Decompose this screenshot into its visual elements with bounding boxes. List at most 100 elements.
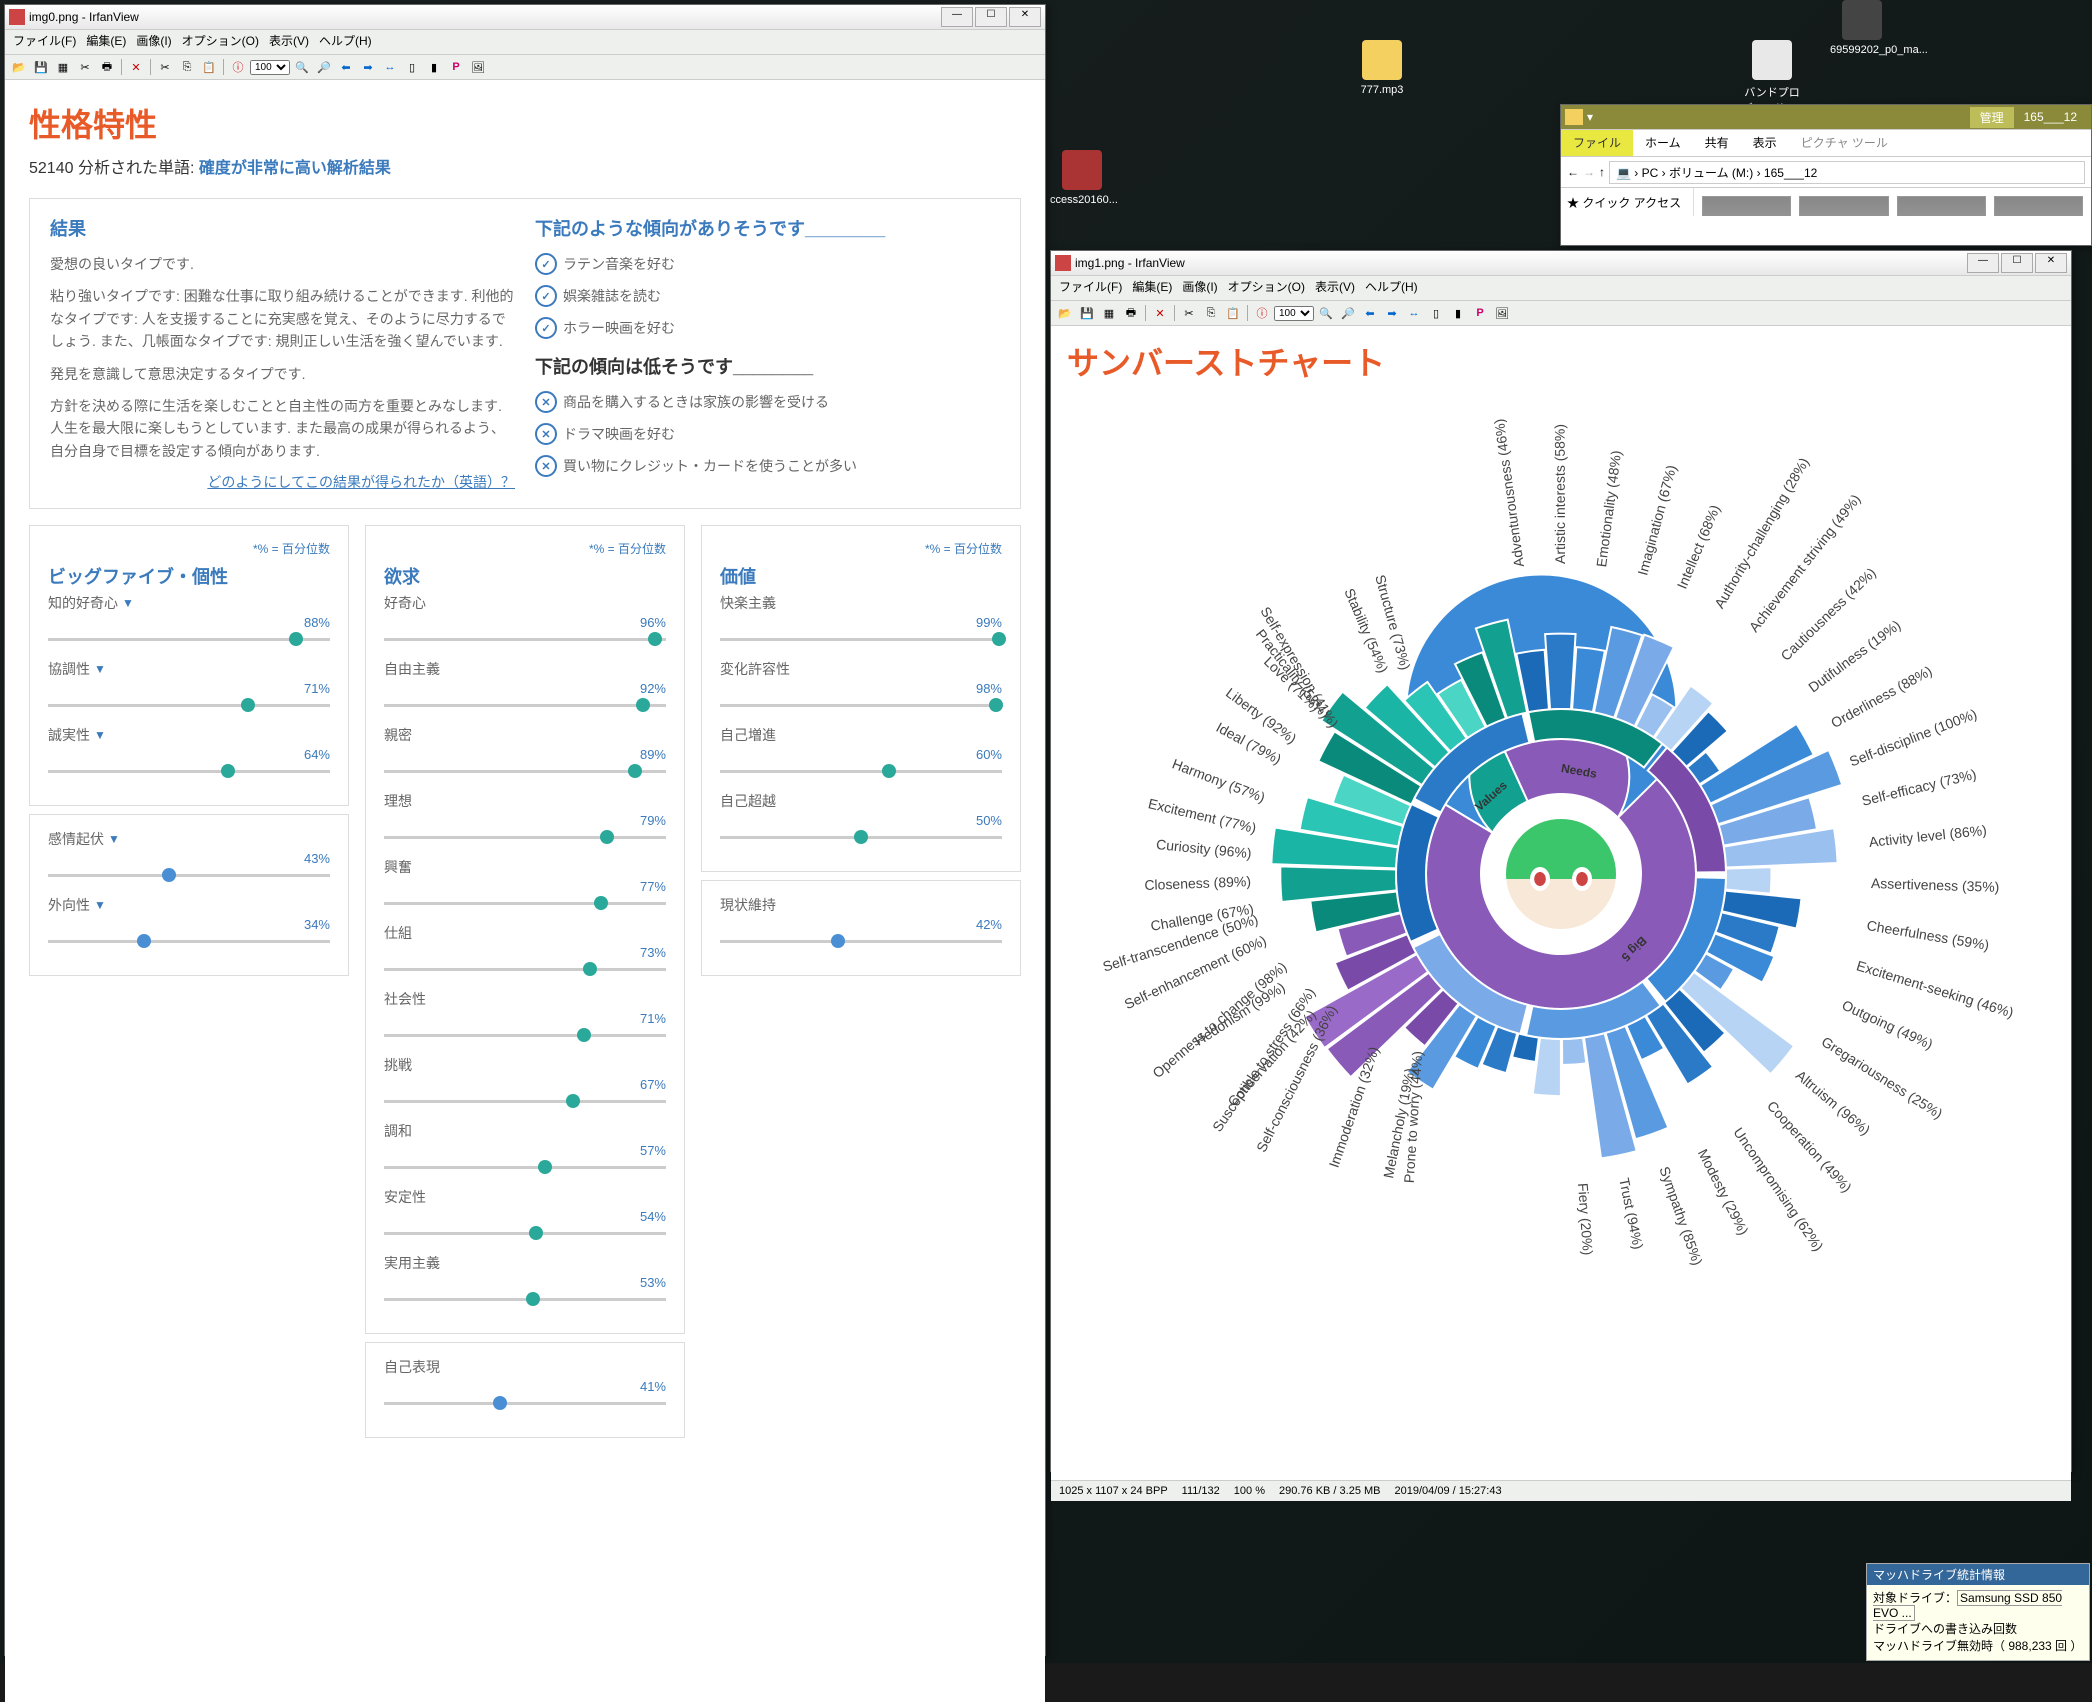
tendency-low: ✕商品を購入するときは家族の影響を受ける [535, 391, 1000, 413]
zoom-in-icon[interactable]: 🔎 [314, 57, 334, 77]
status-zoom: 100 % [1234, 1485, 1265, 1497]
menu-edit[interactable]: 編集(E) [82, 32, 130, 52]
copy-icon[interactable]: ⎘ [1201, 303, 1221, 323]
zoom-out-icon[interactable]: 🔍 [1316, 303, 1336, 323]
status-bar: 1025 x 1107 x 24 BPP 111/132 100 % 290.7… [1051, 1480, 2071, 1501]
delete-icon[interactable]: ✂ [75, 57, 95, 77]
maximize-button[interactable]: ☐ [975, 7, 1007, 27]
tool-a-icon[interactable]: ▯ [1426, 303, 1446, 323]
open-icon[interactable]: 📂 [1055, 303, 1075, 323]
minimize-button[interactable]: — [1967, 253, 1999, 273]
thumbnail[interactable] [1897, 196, 1986, 216]
quick-access[interactable]: ★ クイック アクセス [1567, 194, 1687, 211]
trait-track [48, 940, 330, 943]
maximize-button[interactable]: ☐ [2001, 253, 2033, 273]
menu-view[interactable]: 表示(V) [265, 32, 313, 52]
explorer-manage-tab[interactable]: 管理 [1970, 107, 2014, 128]
desktop-icon-img[interactable]: 69599202_p0_ma... [1830, 0, 1894, 56]
p-icon[interactable]: P [446, 57, 466, 77]
cut-icon[interactable]: ✂ [155, 57, 175, 77]
info-icon[interactable]: ⓘ [228, 57, 248, 77]
tool-a-icon[interactable]: ▯ [402, 57, 422, 77]
menu-options[interactable]: オプション(O) [1224, 278, 1309, 298]
trait-label: 仕組 [384, 923, 666, 943]
p-icon[interactable]: P [1470, 303, 1490, 323]
trait-track [720, 940, 1002, 943]
results-heading: 結果 [50, 215, 515, 241]
first-icon[interactable]: ↔ [380, 57, 400, 77]
ribbon-home[interactable]: ホーム [1633, 130, 1693, 156]
save-icon[interactable]: 💾 [1077, 303, 1097, 323]
info-icon[interactable]: ⓘ [1252, 303, 1272, 323]
cut-icon[interactable]: ✂ [1179, 303, 1199, 323]
explorer-titlebar[interactable]: ▾ 管理 165___12 [1561, 105, 2091, 130]
chevron-down-icon[interactable]: ▼ [94, 728, 106, 742]
ribbon-file[interactable]: ファイル [1561, 130, 1633, 156]
print-icon[interactable]: 🖶 [1121, 303, 1141, 323]
chevron-down-icon[interactable]: ▼ [122, 596, 134, 610]
chevron-down-icon[interactable]: ▼ [94, 898, 106, 912]
desktop-icon-access[interactable]: ccess20160... [1050, 150, 1114, 206]
trait-row: 挑戦67% [384, 1055, 666, 1103]
prev-icon[interactable]: ⬅ [336, 57, 356, 77]
ribbon-view[interactable]: 表示 [1741, 130, 1789, 156]
close-button[interactable]: ✕ [2035, 253, 2067, 273]
zoom-out-icon[interactable]: 🔍 [292, 57, 312, 77]
explorer-file-pane[interactable] [1694, 188, 2091, 216]
toolbar: 📂 💾 ▦ ✂ 🖶 ✕ ✂ ⎘ 📋 ⓘ 100 🔍 🔎 ⬅ ➡ ↔ ▯ ▮ P … [5, 55, 1045, 80]
up-icon[interactable]: ↑ [1599, 165, 1605, 179]
menu-help[interactable]: ヘルプ(H) [315, 32, 376, 52]
save-icon[interactable]: 💾 [31, 57, 51, 77]
prev-icon[interactable]: ⬅ [1360, 303, 1380, 323]
close-x-icon[interactable]: ✕ [126, 57, 146, 77]
menu-file[interactable]: ファイル(F) [1055, 278, 1126, 298]
desktop-icon-mp3[interactable]: 777.mp3 [1350, 40, 1414, 96]
trait-knob [162, 868, 176, 882]
thumbnail[interactable] [1702, 196, 1791, 216]
next-icon[interactable]: ➡ [1382, 303, 1402, 323]
zoom-select[interactable]: 100 [1274, 306, 1314, 321]
menu-edit[interactable]: 編集(E) [1128, 278, 1176, 298]
folder-icon [1565, 109, 1583, 125]
ribbon-share[interactable]: 共有 [1693, 130, 1741, 156]
back-icon[interactable]: ← [1567, 165, 1579, 179]
minimize-button[interactable]: — [941, 7, 973, 27]
print-icon[interactable]: 🖶 [97, 57, 117, 77]
image-icon[interactable]: 🖼 [1492, 303, 1512, 323]
titlebar[interactable]: img0.png - IrfanView — ☐ ✕ [5, 5, 1045, 30]
tool-b-icon[interactable]: ▮ [424, 57, 444, 77]
next-icon[interactable]: ➡ [358, 57, 378, 77]
open-icon[interactable]: 📂 [9, 57, 29, 77]
copy-icon[interactable]: ⎘ [177, 57, 197, 77]
menu-file[interactable]: ファイル(F) [9, 32, 80, 52]
menu-options[interactable]: オプション(O) [178, 32, 263, 52]
menu-image[interactable]: 画像(I) [1178, 278, 1221, 298]
menu-image[interactable]: 画像(I) [132, 32, 175, 52]
first-icon[interactable]: ↔ [1404, 303, 1424, 323]
chevron-down-icon[interactable]: ▼ [94, 662, 106, 676]
tool-b-icon[interactable]: ▮ [1448, 303, 1468, 323]
forward-icon[interactable]: → [1583, 165, 1595, 179]
thumbnail[interactable] [1799, 196, 1888, 216]
menu-view[interactable]: 表示(V) [1311, 278, 1359, 298]
paste-icon[interactable]: 📋 [199, 57, 219, 77]
trait-label: 誠実性▼ [48, 725, 330, 745]
close-button[interactable]: ✕ [1009, 7, 1041, 27]
zoom-select[interactable]: 100 [250, 60, 290, 75]
needs-panel: *% = 百分位数 欲求 好奇心96%自由主義92%親密89%理想79%興奮77… [365, 525, 685, 1334]
slideshow-icon[interactable]: ▦ [53, 57, 73, 77]
chevron-down-icon[interactable]: ▼ [108, 832, 120, 846]
thumbnail[interactable] [1994, 196, 2083, 216]
image-icon[interactable]: 🖼 [468, 57, 488, 77]
close-x-icon[interactable]: ✕ [1150, 303, 1170, 323]
ribbon-picture-tools[interactable]: ピクチャ ツール [1789, 130, 1900, 156]
trait-percent: 53% [504, 1275, 666, 1290]
paste-icon[interactable]: 📋 [1223, 303, 1243, 323]
titlebar[interactable]: img1.png - IrfanView — ☐ ✕ [1051, 251, 2071, 276]
menu-help[interactable]: ヘルプ(H) [1361, 278, 1422, 298]
zoom-in-icon[interactable]: 🔎 [1338, 303, 1358, 323]
trait-row: 好奇心96% [384, 593, 666, 641]
how-results-link[interactable]: どのようにしてこの結果が得られたか（英語）？ [207, 474, 515, 490]
address-bar[interactable]: ← → ↑ 💻 › PC › ボリューム (M:) › 165___12 [1561, 157, 2091, 188]
slideshow-icon[interactable]: ▦ [1099, 303, 1119, 323]
